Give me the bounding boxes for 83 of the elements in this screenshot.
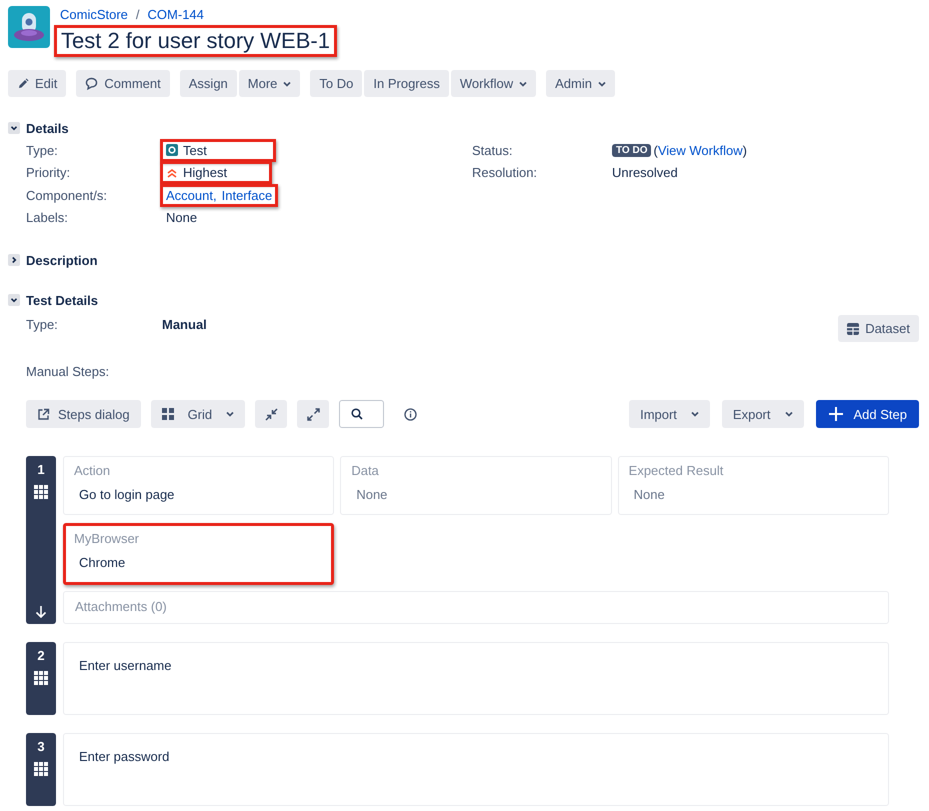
toolbar-button[interactable]: Comment	[76, 70, 170, 97]
toolbar-button[interactable]	[255, 400, 288, 428]
cell-label: Action	[74, 463, 112, 478]
issue-title: Test 2 for user story WEB-1	[54, 25, 337, 57]
field-label: Type:	[26, 142, 59, 158]
breadcrumb-link[interactable]: COM-144	[148, 7, 204, 23]
section-title[interactable]: Test Details	[26, 292, 98, 308]
components-value: Account, Interface	[160, 184, 278, 207]
breadcrumb-separator: /	[136, 7, 140, 23]
step-handle[interactable]: 3	[26, 733, 56, 806]
chevron-down-icon	[519, 80, 528, 86]
project-avatar-icon	[8, 6, 50, 48]
toggle-chevron-icon[interactable]	[8, 254, 20, 266]
search-field[interactable]	[339, 400, 384, 428]
field-label: Status:	[472, 142, 514, 158]
parenthesis: )	[742, 142, 747, 158]
plus-icon	[828, 406, 844, 422]
field-label: Component/s:	[26, 188, 108, 203]
arrow-down-icon[interactable]	[35, 605, 47, 618]
chevron-down-icon	[598, 80, 606, 86]
field-label: Labels:	[26, 210, 69, 226]
info-icon[interactable]	[404, 408, 418, 420]
external-link-icon	[37, 408, 50, 420]
grid-icon	[162, 408, 174, 420]
add-step-button[interactable]: Add Step	[816, 400, 919, 428]
search-icon	[351, 408, 364, 420]
cell-label: Data	[351, 463, 380, 478]
cell-label: Expected Result	[628, 463, 724, 478]
chevron-down-icon	[690, 411, 699, 417]
type-value: Test	[160, 138, 276, 162]
view-workflow-link[interactable]: View Workflow	[658, 142, 743, 158]
double-chevron-up-icon	[166, 166, 178, 179]
priority-value: Highest	[160, 161, 272, 184]
field-value: None	[165, 209, 198, 228]
speech-bubble-icon	[85, 77, 98, 90]
toolbar-button[interactable]: Admin	[546, 70, 615, 97]
step-handle[interactable]: 1	[26, 456, 56, 624]
component-link[interactable]: Interface	[222, 188, 272, 203]
section-title[interactable]: Details	[26, 120, 69, 136]
cell-value[interactable]: Go to login page	[74, 487, 324, 502]
toolbar-button[interactable]: Edit	[8, 70, 66, 97]
chevron-down-icon	[283, 80, 292, 86]
toolbar-button[interactable]: Workflow	[450, 70, 536, 97]
toolbar-button[interactable]: To Do	[310, 70, 362, 97]
field-value: Unresolved	[611, 164, 679, 182]
collapse-arrows-icon	[264, 408, 278, 420]
test-type-icon	[166, 144, 178, 156]
section-title[interactable]: Description	[26, 252, 98, 268]
pencil-icon	[17, 78, 29, 90]
cell-value[interactable]: None	[628, 487, 878, 502]
cell-value[interactable]: Enter password	[74, 749, 878, 764]
component-link[interactable]: Account	[166, 188, 213, 203]
drag-dots-icon[interactable]	[34, 485, 48, 499]
drag-dots-icon[interactable]	[34, 762, 48, 776]
field-label: Priority:	[26, 165, 72, 180]
step-handle[interactable]: 2	[26, 642, 56, 715]
chevron-down-icon	[784, 411, 792, 417]
dataset-button[interactable]: Dataset	[838, 315, 919, 342]
field-value: Manual	[162, 317, 207, 332]
cell-value[interactable]: Chrome	[74, 555, 323, 570]
field-label: Resolution:	[472, 165, 538, 180]
cell-label: MyBrowser	[74, 531, 140, 546]
toolbar-button[interactable]: In Progress	[364, 70, 449, 97]
breadcrumb-link[interactable]: ComicStore	[60, 7, 128, 23]
toolbar-button[interactable]: Export	[722, 400, 804, 428]
cell-value[interactable]: Enter username	[74, 658, 878, 673]
cell-value[interactable]: None	[351, 487, 601, 502]
toolbar-button[interactable]: Steps dialog	[26, 400, 141, 428]
toolbar-button[interactable]: Import	[629, 400, 710, 428]
expand-arrows-icon	[306, 408, 320, 420]
chevron-down-icon	[226, 411, 234, 417]
toolbar-button[interactable]: Assign	[180, 70, 237, 97]
toggle-chevron-icon[interactable]	[8, 294, 20, 306]
table-icon	[847, 322, 860, 334]
toolbar-button[interactable]	[297, 400, 330, 428]
toolbar-button[interactable]: More	[238, 70, 300, 97]
drag-dots-icon[interactable]	[34, 671, 48, 685]
field-label: Type:	[26, 317, 59, 332]
parenthesis: (	[653, 142, 658, 158]
toolbar-button[interactable]: Grid	[150, 400, 246, 428]
toggle-chevron-icon[interactable]	[8, 122, 20, 134]
status-badge: TO DO	[612, 144, 652, 157]
field-label: Manual Steps:	[25, 364, 110, 379]
